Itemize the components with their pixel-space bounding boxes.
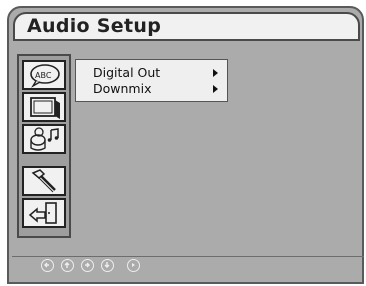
tools-icon: [31, 169, 56, 193]
menu-item-label: Digital Out: [93, 65, 161, 80]
display-icon: [30, 97, 60, 119]
language-icon-text: ABC: [35, 71, 52, 80]
audio-setup-button[interactable]: [22, 124, 66, 154]
navigation-hint-bar: [12, 256, 364, 276]
menu-item-label: Downmix: [93, 81, 152, 96]
left-arrow-icon: [41, 259, 54, 272]
tools-setup-button[interactable]: [22, 166, 66, 196]
language-setup-button[interactable]: ABC: [22, 60, 66, 90]
audio-icon: [30, 127, 59, 151]
menu-item-digital-out[interactable]: Digital Out: [93, 65, 223, 81]
chevron-right-icon: [213, 69, 218, 77]
down-arrow-icon: [101, 259, 114, 272]
menu-item-downmix[interactable]: Downmix: [93, 81, 223, 97]
up-arrow-icon: [61, 259, 74, 272]
play-icon: [127, 259, 140, 272]
language-icon: ABC: [30, 64, 60, 88]
right-arrow-icon: [81, 259, 94, 272]
audio-menu: Digital Out Downmix: [75, 59, 228, 102]
exit-icon: [28, 202, 57, 224]
exit-setup-button[interactable]: [22, 198, 66, 228]
page-title: Audio Setup: [27, 15, 162, 37]
display-setup-button[interactable]: [22, 92, 66, 122]
chevron-right-icon: [213, 85, 218, 93]
